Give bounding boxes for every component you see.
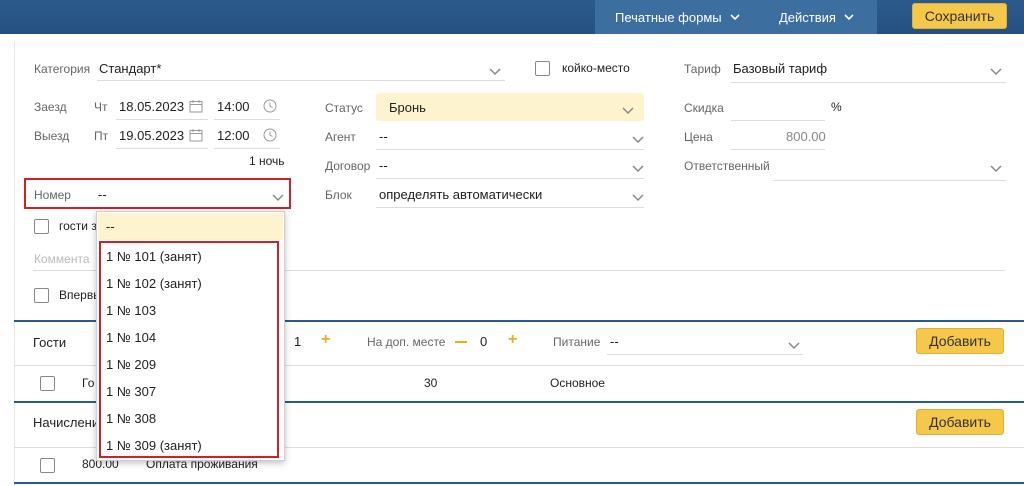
meal-label: Питание	[553, 335, 601, 349]
chevron-down-icon[interactable]	[622, 104, 634, 118]
checkout-label: Выезд	[34, 129, 70, 143]
actions-label: Действия	[779, 9, 836, 25]
guest-row-age: 30	[424, 376, 438, 390]
meal-select[interactable]: --	[610, 334, 619, 349]
print-forms-menu[interactable]: Печатные формы	[595, 0, 755, 34]
tariff-label: Тариф	[684, 62, 721, 76]
category-label: Категория	[34, 62, 91, 76]
clock-icon[interactable]	[263, 99, 277, 116]
comment-input[interactable]: Коммента	[34, 252, 90, 266]
bottom-divider	[14, 482, 1024, 484]
discount-unit: %	[831, 100, 842, 114]
price-label: Цена	[684, 130, 713, 144]
checkin-time-input[interactable]: 14:00	[217, 99, 250, 114]
contract-select[interactable]: --	[379, 158, 388, 173]
minus-icon[interactable]	[455, 341, 467, 343]
clock-icon[interactable]	[263, 128, 277, 145]
plus-icon[interactable]: +	[508, 331, 517, 349]
save-button[interactable]: Сохранить	[912, 3, 1007, 29]
tariff-select[interactable]: Базовый тариф	[733, 61, 827, 76]
first-time-checkbox[interactable]	[34, 288, 49, 303]
status-label: Статус	[325, 101, 363, 115]
block-underline	[376, 207, 644, 208]
price-underline	[731, 149, 825, 150]
chevron-down-icon[interactable]	[990, 162, 1002, 176]
responsible-select[interactable]	[773, 180, 1006, 181]
chevron-down-icon[interactable]	[632, 191, 644, 205]
guests-checkbox-label: гости з	[59, 219, 97, 233]
dropdown-option-empty[interactable]: --	[98, 213, 283, 240]
contract-label: Договор	[325, 159, 371, 173]
room-label: Номер	[34, 188, 71, 202]
contract-underline	[376, 178, 644, 179]
agent-underline	[376, 149, 644, 150]
discount-label: Скидка	[684, 101, 724, 115]
agent-label: Агент	[325, 130, 356, 144]
guest-row-checkbox[interactable]	[40, 376, 55, 391]
guests-section-title: Гости	[33, 335, 67, 350]
checkout-time-underline	[214, 148, 280, 149]
chevron-down-icon[interactable]	[632, 133, 644, 147]
add-guest-button[interactable]: Добавить	[916, 328, 1004, 354]
checkin-date-underline	[116, 119, 208, 120]
chevron-down-icon[interactable]	[990, 65, 1002, 79]
room-options-highlight	[99, 241, 279, 458]
responsible-label: Ответственный	[684, 159, 770, 173]
meal-underline	[607, 354, 803, 355]
charges-section-title: Начислени	[33, 415, 100, 430]
bed-place-checkbox[interactable]	[535, 61, 550, 76]
top-bar: Печатные формы Действия Сохранить	[0, 0, 1024, 34]
checkout-time-input[interactable]: 12:00	[217, 128, 250, 143]
nights-count: 1 ночь	[249, 154, 285, 168]
agent-select[interactable]: --	[379, 129, 388, 144]
category-underline	[97, 80, 505, 81]
guests-checkbox[interactable]	[34, 219, 49, 234]
checkout-date-underline	[116, 148, 208, 149]
guests-count[interactable]: 1	[294, 334, 301, 349]
extra-place-count[interactable]: 0	[480, 334, 487, 349]
discount-input[interactable]	[731, 120, 825, 121]
status-value: Бронь	[389, 100, 426, 115]
room-select[interactable]: --	[98, 187, 107, 202]
category-select[interactable]: Стандарт*	[99, 61, 161, 76]
menu-group: Печатные формы Действия	[595, 0, 877, 34]
checkout-day: Пт	[94, 129, 109, 143]
chevron-down-icon[interactable]	[272, 191, 284, 205]
guest-row-name: Го	[82, 376, 95, 390]
charge-row-checkbox[interactable]	[40, 458, 55, 473]
checkin-day: Чт	[94, 100, 108, 114]
calendar-icon[interactable]	[189, 128, 203, 145]
chevron-down-icon	[844, 13, 854, 21]
tariff-underline	[731, 82, 1006, 83]
bed-place-label: койко-место	[562, 61, 630, 75]
checkin-label: Заезд	[34, 100, 67, 114]
price-input[interactable]: 800.00	[786, 129, 826, 144]
print-forms-label: Печатные формы	[615, 9, 722, 25]
block-label: Блок	[325, 188, 352, 202]
chevron-down-icon	[730, 13, 740, 21]
extra-place-label: На доп. месте	[367, 335, 446, 349]
checkin-time-underline	[214, 119, 280, 120]
chevron-down-icon[interactable]	[632, 162, 644, 176]
guest-row-type: Основное	[550, 376, 605, 390]
plus-icon[interactable]: +	[321, 331, 330, 349]
chevron-down-icon[interactable]	[788, 339, 800, 353]
block-select[interactable]: определять автоматически	[379, 187, 542, 202]
add-charge-button[interactable]: Добавить	[916, 409, 1004, 435]
calendar-icon[interactable]	[189, 99, 203, 116]
checkin-date-input[interactable]: 18.05.2023	[119, 99, 184, 114]
actions-menu[interactable]: Действия	[755, 0, 877, 34]
chevron-down-icon[interactable]	[489, 65, 501, 79]
checkout-date-input[interactable]: 19.05.2023	[119, 128, 184, 143]
